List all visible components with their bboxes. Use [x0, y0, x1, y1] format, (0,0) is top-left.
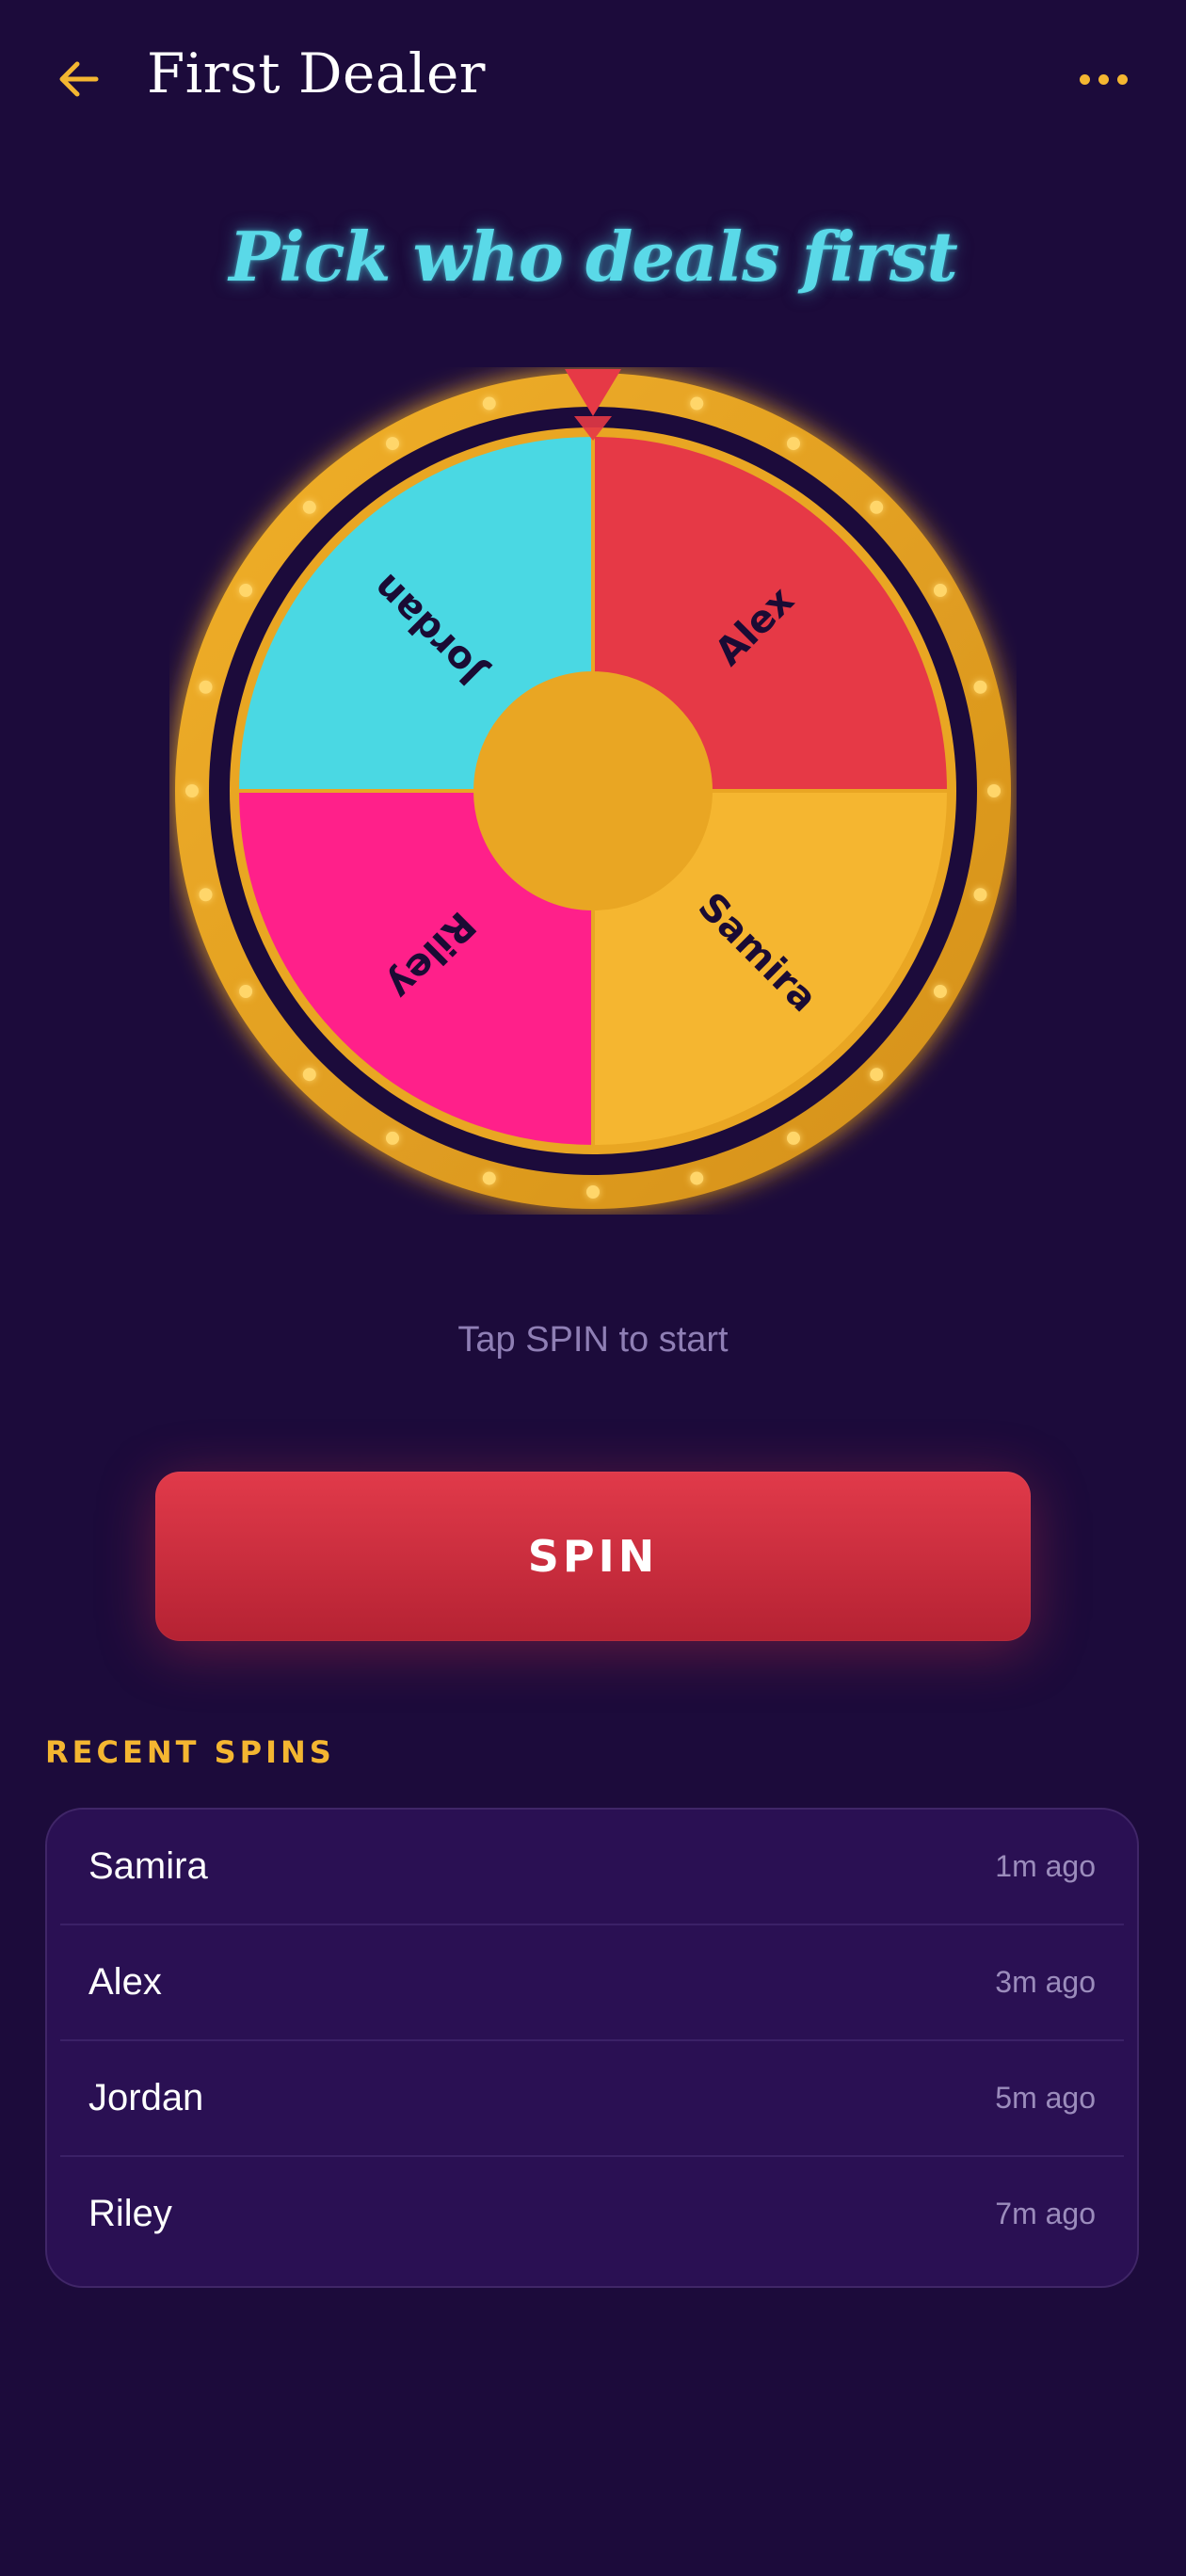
headline: Pick who deals first — [229, 217, 958, 297]
rim-bulb — [870, 500, 884, 514]
dot-icon — [1098, 73, 1109, 85]
recent-name: Samira — [88, 1845, 208, 1887]
rim-bulb — [239, 985, 253, 998]
more-options-button[interactable] — [1066, 55, 1141, 104]
back-button[interactable] — [45, 45, 113, 113]
recent-name: Alex — [88, 1961, 162, 2003]
recent-name: Riley — [88, 2193, 172, 2234]
rim-bulb — [933, 584, 947, 597]
hint-text: Tap SPIN to start — [457, 1320, 729, 1360]
rim-bulb — [302, 500, 316, 514]
rim-bulb — [386, 1131, 399, 1145]
rim-bulb — [690, 1171, 704, 1185]
list-item[interactable]: Jordan 5m ago — [60, 2041, 1124, 2157]
spin-wheel[interactable]: Alex Samira Riley Jordan — [169, 367, 1017, 1215]
rim-bulb — [933, 985, 947, 998]
spin-button[interactable]: SPIN — [155, 1472, 1031, 1641]
wheel-segments — [234, 432, 952, 1150]
rim-bulb — [973, 680, 987, 694]
rim-bulb — [482, 1171, 496, 1185]
list-item[interactable]: Riley 7m ago — [60, 2157, 1124, 2271]
rim-bulb — [586, 1185, 600, 1199]
app-header: First Dealer — [0, 0, 1186, 160]
rim-bulb — [199, 680, 213, 694]
arrow-left-icon — [59, 61, 99, 97]
rim-bulb — [870, 1068, 884, 1082]
rim-bulb — [787, 437, 800, 451]
recent-time: 1m ago — [995, 1849, 1096, 1883]
recent-time: 7m ago — [995, 2197, 1096, 2230]
rim-bulb — [185, 784, 199, 797]
rim-bulb — [482, 396, 496, 411]
recent-time: 3m ago — [995, 1965, 1096, 1999]
rim-bulb — [987, 784, 1001, 797]
wheel-hub — [475, 673, 711, 909]
recent-spins-heading: RECENT SPINS — [45, 1734, 335, 1770]
rim-bulb — [973, 888, 987, 902]
recent-spins-list: Samira 1m ago Alex 3m ago Jordan 5m ago … — [45, 1808, 1139, 2288]
rim-bulb — [302, 1068, 316, 1082]
recent-name: Jordan — [88, 2077, 204, 2118]
dot-icon — [1116, 73, 1128, 85]
rim-bulb — [386, 437, 399, 451]
recent-time: 5m ago — [995, 2081, 1096, 2115]
rim-bulb — [787, 1131, 800, 1145]
wheel-graphic: AlexSamiraRileyJordan — [171, 369, 1015, 1213]
rim-bulb — [199, 888, 213, 902]
rim-bulb — [690, 396, 704, 411]
dot-icon — [1079, 73, 1090, 85]
page-title: First Dealer — [147, 41, 487, 105]
list-item[interactable]: Alex 3m ago — [60, 1925, 1124, 2041]
list-item[interactable]: Samira 1m ago — [60, 1810, 1124, 1925]
rim-bulb — [239, 584, 253, 597]
